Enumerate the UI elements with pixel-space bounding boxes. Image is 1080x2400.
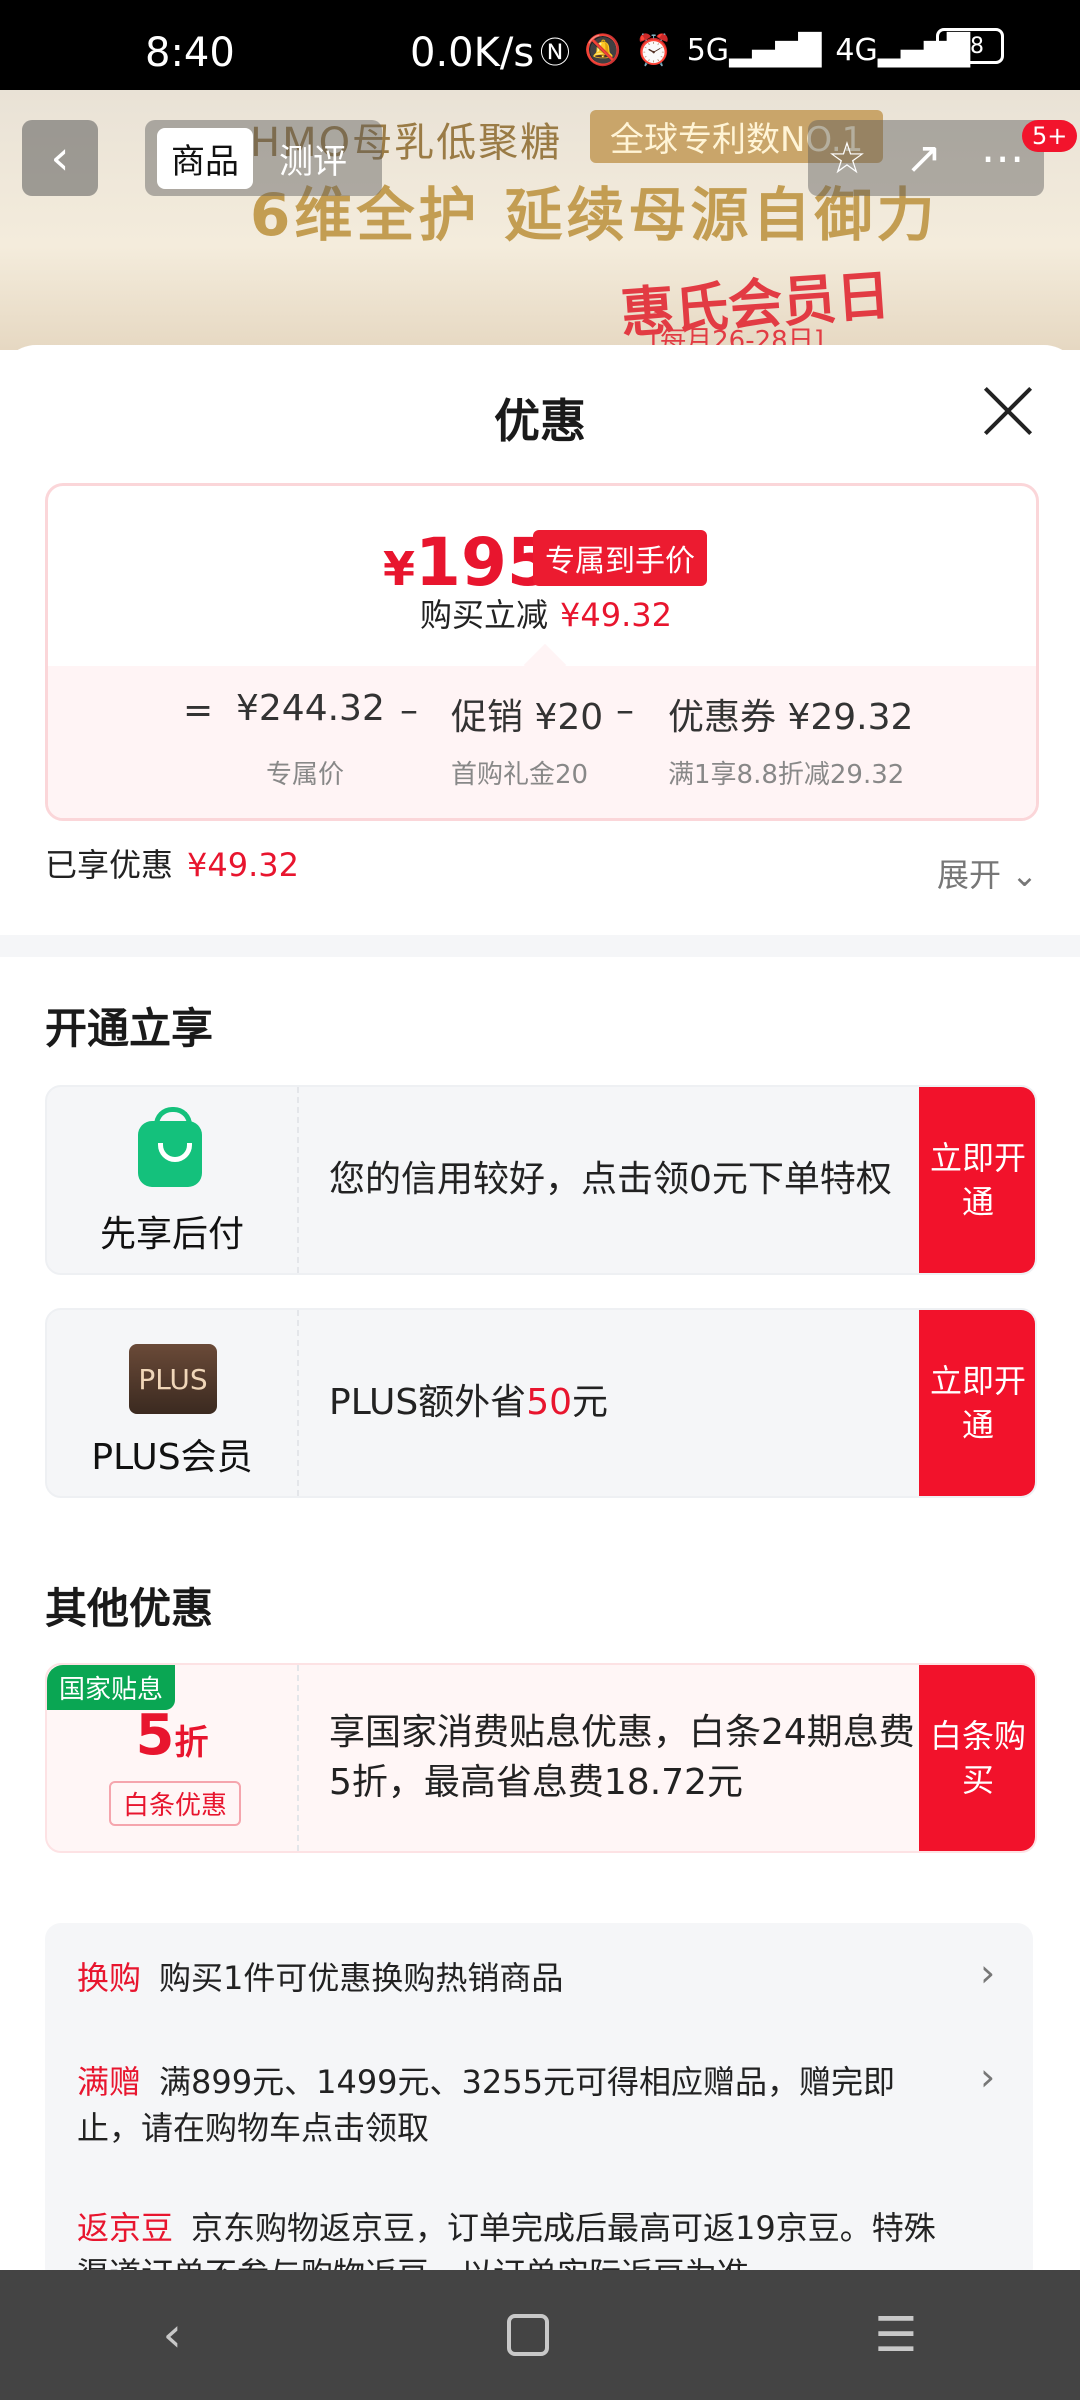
notification-badge: 5+ [1022,120,1078,152]
expand-button[interactable]: 展开 ⌄ [937,850,1038,896]
star-icon[interactable]: ☆ [827,133,866,184]
battery-level: 58 [956,33,984,59]
nav-home-icon[interactable] [507,2314,550,2356]
promo-value: 促销 ¥20 [451,697,604,738]
chevron-right-icon[interactable]: › [980,2055,995,2099]
battery-icon: 58 [936,28,1004,64]
promo-label: 首购礼金20 [451,760,589,790]
shopping-bag-icon [138,1107,202,1187]
list-item: 返京豆京东购物返京豆，订单完成后最高可返19京豆。特殊渠道订单不参与购物返豆，以… [77,2209,936,2270]
signal-5g-icon: 5G ▂▄▆█ [686,32,822,68]
open-section-title: 开通立享 [45,1004,214,1053]
sheet-title: 优惠 [494,394,586,448]
discount-sheet: 优惠 ¥195 专属到手价 购买立减 ¥49.32 = ¥244.32 专属价 –… [0,345,1080,2270]
gov-subsidy-card: 国家贴息 5折 白条优惠 享国家消费贴息优惠，白条24期息费5折，最高省息费18… [45,1663,1037,1853]
product-navbar: ‹ 商品 测评 ☆ ↗ ⋯ 5+ [0,120,1080,200]
minus-sign: – [400,690,418,731]
minus-sign: – [616,690,634,731]
network-speed: 0.0K/s [410,30,535,76]
base-price: ¥244.32 [236,688,385,729]
system-nav-bar: ‹ ☰ [0,2270,1080,2400]
plus-member-label: PLUS会员 [91,1437,253,1478]
nfc-icon: Ⓝ [540,36,570,71]
other-section-title: 其他优惠 [45,1584,214,1633]
coupon-label: 满1享8.8折减29.32 [668,760,905,790]
plus-member-card: PLUS PLUS会员 PLUS额外省 50 元 立即开通 [45,1308,1037,1498]
exclusive-price-badge: 专属到手价 [533,530,707,586]
discount-value: 5折 [135,1703,209,1768]
baitiao-buy-button[interactable]: 白条购买 [919,1665,1035,1851]
plus-member-text: PLUS额外省 50 元 [329,1382,609,1423]
list-item[interactable]: 满赠 满899元、1499元、3255元可得相应赠品，赠完即止，请在购物车点击领取 [77,2059,957,2151]
price-summary: ¥195 专属到手价 购买立减 ¥49.32 = ¥244.32 专属价 – 促销… [45,483,1039,821]
baitiao-tag: 白条优惠 [109,1781,242,1826]
pay-later-open-button[interactable]: 立即开通 [919,1087,1035,1273]
nav-menu-icon[interactable]: ☰ [874,2307,917,2363]
price-calculation: = ¥244.32 专属价 – 促销 ¥20 首购礼金20 – 优惠券 ¥29.… [48,643,1036,818]
more-icon[interactable]: ⋯ [981,133,1025,184]
promo-list: 换购 购买1件可优惠换购热销商品 › 满赠 满899元、1499元、3255元可得相… [45,1923,1033,2270]
pay-later-label: 先享后付 [99,1214,244,1255]
equals-sign: = [183,690,214,731]
alarm-icon: ⏰ [635,32,673,68]
chevron-left-icon: ‹ [50,130,70,186]
status-icons: Ⓝ 🔕 ⏰ 5G ▂▄▆█ 4G ▂▄▆█ [540,28,970,72]
share-icon[interactable]: ↗ [905,133,942,184]
section-divider [0,935,1080,957]
base-price-label: 专属价 [266,760,345,790]
nav-back-icon[interactable]: ‹ [163,2307,182,2363]
mute-icon: 🔕 [584,32,622,68]
status-time: 8:40 [145,30,235,76]
enjoyed-discount: 已享优惠 ¥49.32 [45,846,299,884]
list-item[interactable]: 换购 购买1件可优惠换购热销商品 [77,1955,957,2001]
nav-actions: ☆ ↗ ⋯ [808,120,1044,196]
plus-open-button[interactable]: 立即开通 [919,1310,1035,1496]
pay-later-text: 您的信用较好，点击领0元下单特权 [329,1159,892,1200]
instant-reduction: 购买立减 ¥49.32 [420,596,672,634]
chevron-right-icon[interactable]: › [980,1951,995,1995]
coupon-value: 优惠券 ¥29.32 [668,697,914,738]
plus-logo: PLUS [129,1344,217,1414]
tab-product[interactable]: 商品 [157,127,253,189]
status-bar: 8:40 0.0K/s Ⓝ 🔕 ⏰ 5G ▂▄▆█ 4G ▂▄▆█ 58 [0,0,1080,90]
gov-subsidy-text: 享国家消费贴息优惠，白条24期息费5折，最高省息费18.72元 [329,1712,915,1803]
pay-later-card: 先享后付 您的信用较好，点击领0元下单特权 立即开通 [45,1085,1037,1275]
back-button[interactable]: ‹ [22,120,98,196]
product-tabs: 商品 测评 [145,120,382,196]
product-banner: HMO母乳低聚糖 全球专利数NO.1 6维全护 延续母源自御力 惠氏会员日 [每… [0,90,1080,350]
close-icon[interactable] [980,383,1036,439]
tab-review[interactable]: 测评 [279,134,347,183]
